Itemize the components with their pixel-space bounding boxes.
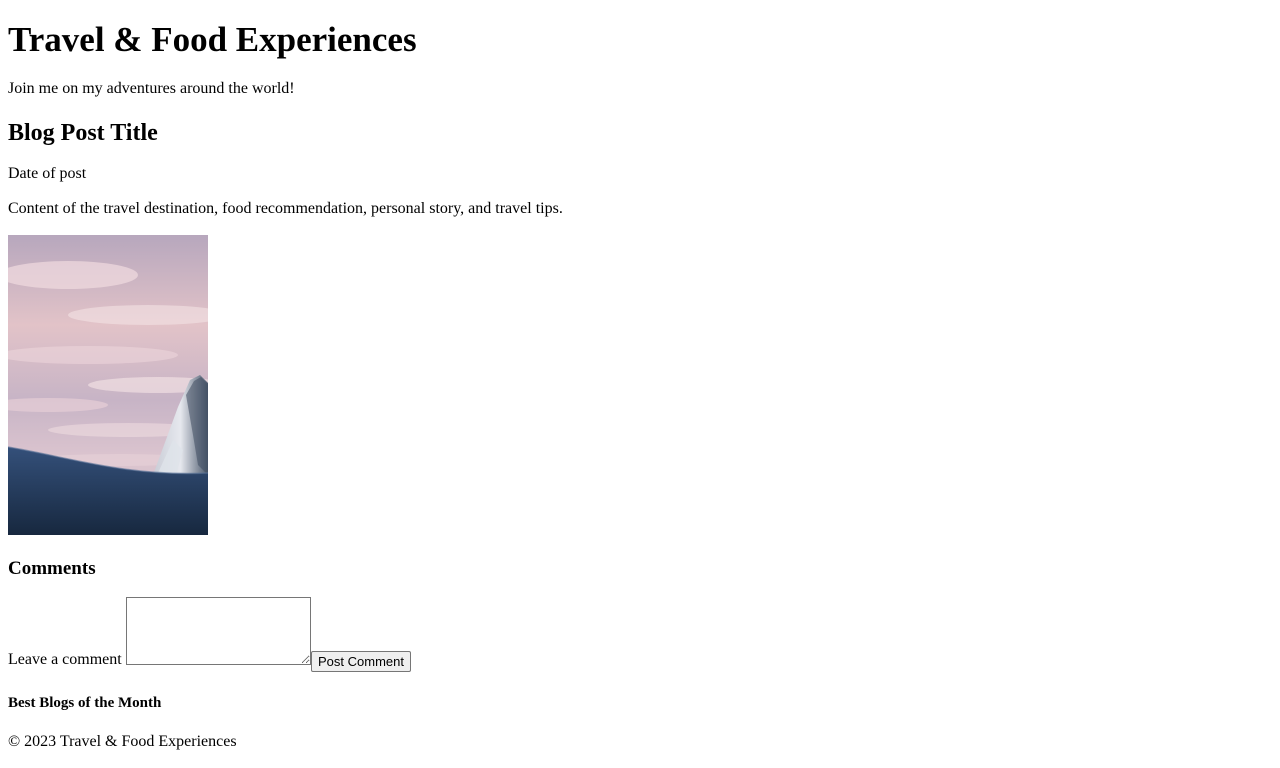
post-date: Date of post	[8, 165, 87, 182]
post-title: Blog Post Title	[8, 120, 158, 146]
site-tagline: Join me on my adventures around the worl…	[8, 80, 295, 97]
post-content: Content of the travel destination, food …	[8, 200, 563, 217]
post-comment-button[interactable]: Post Comment	[311, 651, 411, 672]
comment-textarea[interactable]	[126, 597, 311, 665]
comment-label: Leave a comment	[8, 651, 122, 668]
post-image	[8, 235, 208, 535]
page: Travel & Food Experiences Join me on my …	[0, 0, 1280, 768]
footer-copyright: © 2023 Travel & Food Experiences	[8, 733, 237, 750]
site-title: Travel & Food Experiences	[8, 20, 417, 59]
best-blogs-heading: Best Blogs of the Month	[8, 695, 162, 711]
mountain-photo-icon	[8, 235, 208, 535]
comments-heading: Comments	[8, 558, 96, 579]
